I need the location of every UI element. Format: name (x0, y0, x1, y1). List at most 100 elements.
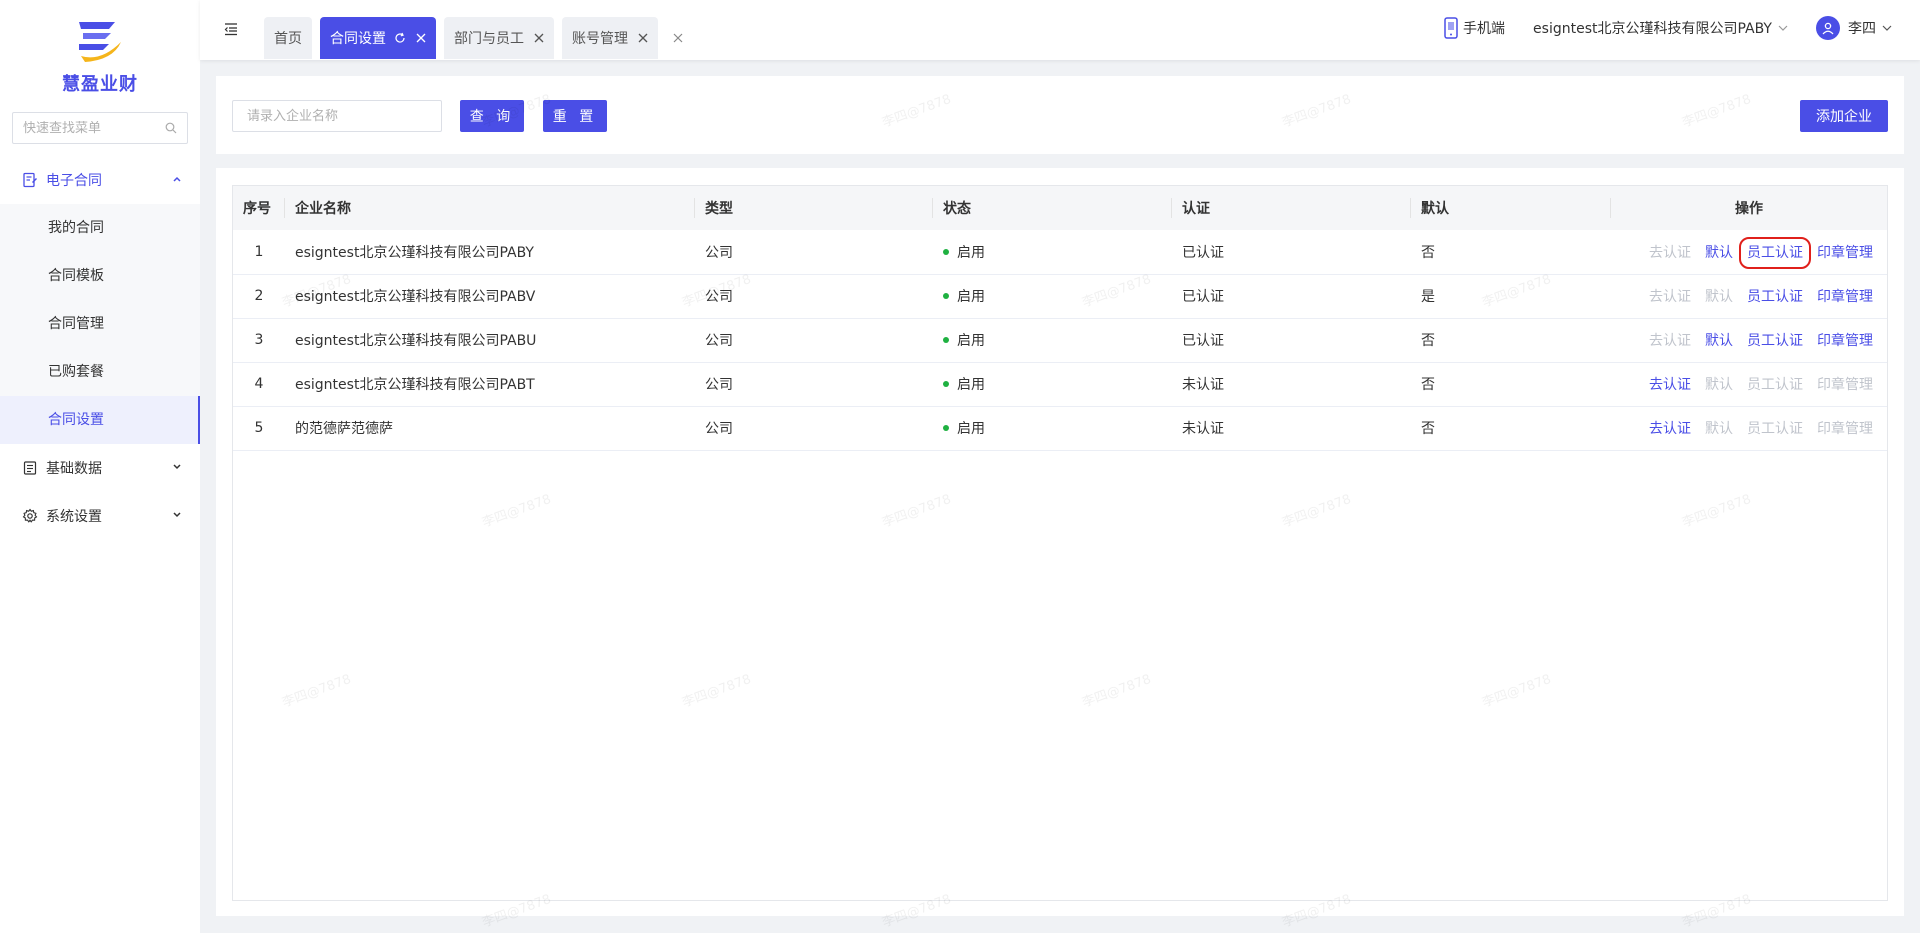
column-header: 默认 (1411, 186, 1611, 230)
mobile-label: 手机端 (1463, 21, 1506, 37)
seal-management-link: 印章管理 (1817, 421, 1873, 437)
mobile-phone-icon (1444, 17, 1458, 39)
menu-group-basic-data[interactable]: 基础数据 (0, 444, 200, 492)
go-certify-link: 去认证 (1649, 244, 1691, 261)
cell-default: 否 (1421, 377, 1435, 393)
go-certify-link: 去认证 (1649, 333, 1691, 349)
cell-type: 公司 (705, 244, 733, 261)
tab-departments-employees[interactable]: 部门与员工 (444, 17, 554, 59)
company-name-search-input[interactable] (232, 100, 442, 132)
data-icon (22, 460, 38, 476)
logo: 慧盈业财 (0, 0, 200, 104)
cell-actions: 去认证 默认 员工认证 印章管理 (1611, 230, 1887, 274)
tab-account-management[interactable]: 账号管理 (562, 17, 658, 59)
tab-contract-settings[interactable]: 合同设置 (320, 17, 436, 59)
menu-search-box[interactable] (12, 112, 188, 144)
cell-status: 启用 (933, 230, 1172, 274)
add-company-button[interactable]: 添加企业 (1800, 100, 1888, 132)
set-default-link[interactable]: 默认 (1705, 245, 1733, 261)
chevron-up-icon (173, 176, 181, 182)
column-header: 认证 (1172, 186, 1411, 230)
cell-certification: 未认证 (1182, 377, 1224, 393)
cell-type: 公司 (705, 333, 733, 349)
close-icon[interactable] (534, 33, 544, 43)
user-menu[interactable]: 李四 (1816, 16, 1892, 40)
set-default-link[interactable]: 默认 (1705, 333, 1733, 349)
sidebar-item-contract-management[interactable]: 合同管理 (0, 300, 200, 348)
seal-management-link[interactable]: 印章管理 (1817, 333, 1873, 349)
status-text: 启用 (957, 289, 985, 305)
cell-no: 5 (254, 420, 264, 436)
set-default-link: 默认 (1705, 421, 1733, 437)
status-text: 启用 (957, 421, 985, 437)
sidebar-item-contract-settings[interactable]: 合同设置 (0, 396, 200, 444)
mobile-link[interactable]: 手机端 (1443, 17, 1505, 39)
cell-no: 3 (254, 332, 264, 348)
status-dot (943, 337, 949, 343)
sidebar-item-purchased-packages[interactable]: 已购套餐 (0, 348, 200, 396)
employee-certification-link[interactable]: 员工认证 (1739, 236, 1811, 269)
company-table: 序号 企业名称 类型 状态 认证 默认 操作 1 esigntest北京公瑾科技… (232, 185, 1888, 901)
cell-default: 否 (1421, 333, 1435, 349)
query-button[interactable]: 查 询 (460, 100, 524, 132)
chevron-down-icon (1778, 25, 1788, 31)
user-icon (1822, 22, 1834, 35)
submenu-e-contract: 我的合同 合同模板 合同管理 已购套餐 合同设置 (0, 204, 200, 444)
chevron-down-icon (173, 512, 181, 518)
close-all-tabs-button[interactable] (670, 17, 686, 59)
menu-group-system-settings[interactable]: 系统设置 (0, 492, 200, 540)
gear-icon (22, 508, 38, 524)
menu-group-e-contract[interactable]: 电子合同 (0, 156, 200, 204)
menu-group-label: 基础数据 (46, 461, 102, 477)
table-row: 1 esigntest北京公瑾科技有限公司PABY 公司 启用 已认证 否 去认… (233, 230, 1887, 274)
cell-status: 启用 (933, 274, 1172, 318)
cell-actions: 去认证 默认 员工认证 印章管理 (1611, 362, 1887, 406)
sidebar: 慧盈业财 电子合同 我的合同 合同模板 合同管理 已购套餐 合同设置 基础 (0, 0, 200, 933)
cell-company-name: esigntest北京公瑾科技有限公司PABT (295, 377, 535, 393)
cell-type: 公司 (705, 377, 733, 393)
sidebar-item-contract-templates[interactable]: 合同模板 (0, 252, 200, 300)
reset-button[interactable]: 重 置 (543, 100, 607, 132)
cell-no: 1 (254, 243, 264, 260)
column-header: 操作 (1735, 201, 1763, 217)
cell-certification: 已认证 (1182, 244, 1224, 261)
employee-certification-link: 员工认证 (1747, 421, 1803, 437)
cell-actions: 去认证 默认 员工认证 印章管理 (1611, 274, 1887, 318)
column-header: 状态 (933, 186, 1172, 230)
menu-collapse-icon[interactable] (224, 22, 238, 36)
go-certify-link[interactable]: 去认证 (1649, 421, 1691, 437)
tab-label: 合同设置 (330, 31, 386, 47)
search-icon[interactable] (165, 122, 177, 134)
set-default-link: 默认 (1705, 377, 1733, 393)
status-dot (943, 248, 949, 255)
avatar (1816, 16, 1840, 40)
go-certify-link[interactable]: 去认证 (1649, 377, 1691, 393)
column-header: 序号 (233, 186, 285, 230)
cell-certification: 未认证 (1182, 421, 1224, 437)
cell-type: 公司 (705, 421, 733, 437)
cell-company-name: esigntest北京公瑾科技有限公司PABU (295, 333, 537, 349)
company-switcher[interactable]: esigntest北京公瑾科技有限公司PABY (1533, 18, 1788, 38)
cell-default: 否 (1421, 421, 1435, 437)
close-icon[interactable] (638, 33, 648, 43)
tab-home[interactable]: 首页 (264, 17, 312, 59)
status-text: 启用 (957, 333, 985, 349)
seal-management-link[interactable]: 印章管理 (1817, 289, 1873, 305)
tab-label: 首页 (274, 31, 302, 47)
cell-status: 启用 (933, 362, 1172, 406)
status-text: 启用 (957, 244, 985, 261)
cell-default: 否 (1421, 244, 1435, 261)
close-icon[interactable] (416, 33, 426, 43)
employee-certification-link[interactable]: 员工认证 (1747, 289, 1803, 305)
top-header: 首页 合同设置 部门与员工 账号管理 手机端 esigntest北京公瑾科技有限… (200, 0, 1920, 60)
tab-label: 账号管理 (572, 31, 628, 47)
refresh-icon[interactable] (394, 32, 406, 44)
menu-group-label: 电子合同 (46, 173, 102, 189)
cell-no: 4 (254, 376, 264, 392)
employee-certification-link[interactable]: 员工认证 (1747, 333, 1803, 349)
column-header: 企业名称 (285, 186, 695, 230)
menu-search-input[interactable] (23, 120, 163, 136)
table-header-row: 序号 企业名称 类型 状态 认证 默认 操作 (233, 186, 1887, 230)
seal-management-link[interactable]: 印章管理 (1817, 245, 1873, 261)
sidebar-item-my-contracts[interactable]: 我的合同 (0, 204, 200, 252)
